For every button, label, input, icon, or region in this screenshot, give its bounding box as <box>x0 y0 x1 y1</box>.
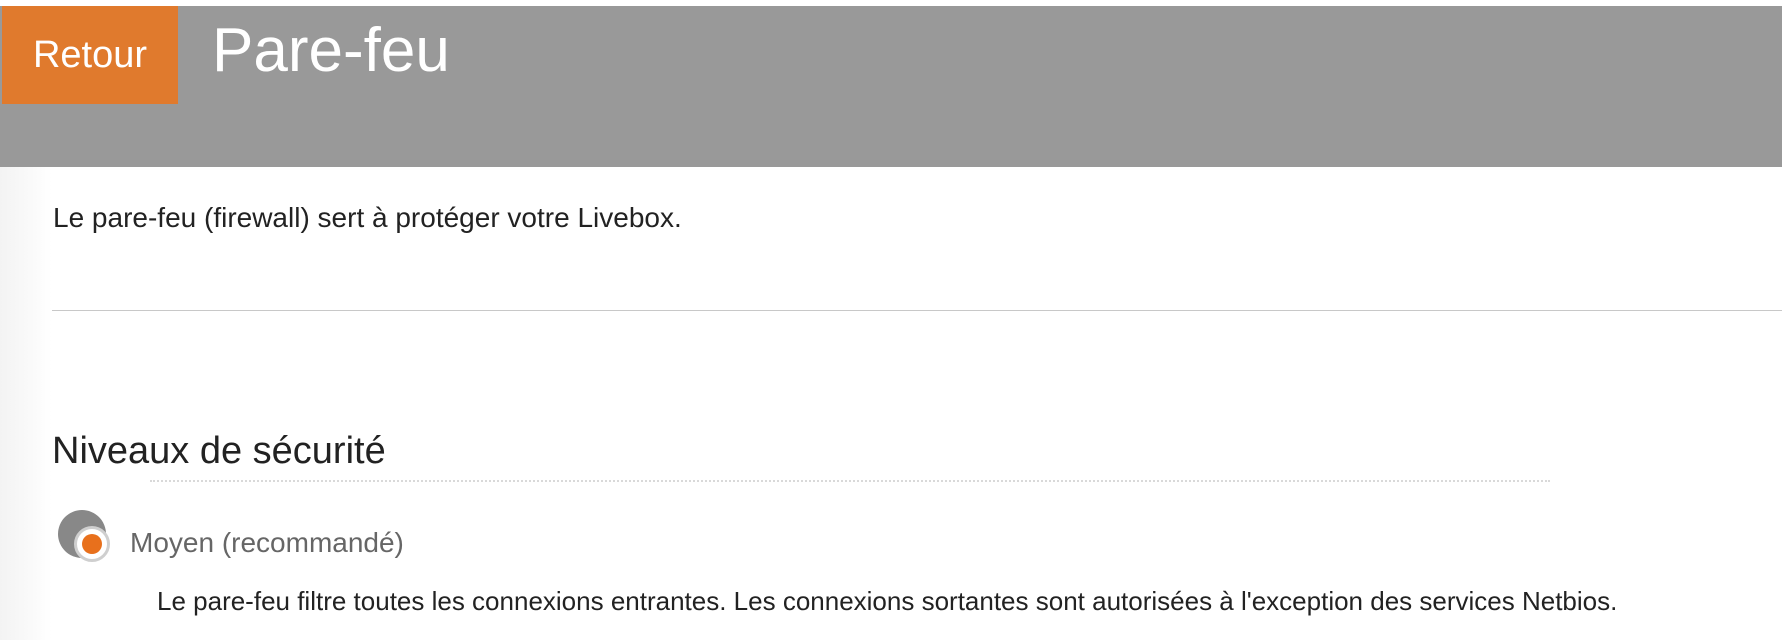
section-divider <box>52 310 1782 311</box>
left-shadow <box>0 166 52 640</box>
firewall-page: Retour Pare-feu Le pare-feu (firewall) s… <box>0 0 1782 640</box>
radio-dot <box>82 534 102 554</box>
back-button[interactable]: Retour <box>2 6 178 104</box>
faded-text-artifact <box>150 480 1550 482</box>
page-title: Pare-feu <box>212 16 450 85</box>
security-level-description: Le pare-feu filtre toutes les connexions… <box>157 586 1618 616</box>
security-level-option-medium[interactable]: Moyen (recommandé) <box>58 510 404 566</box>
radio-selected-icon[interactable] <box>58 510 114 566</box>
page-header: Retour Pare-feu <box>0 6 1782 167</box>
intro-text: Le pare-feu (firewall) sert à protéger v… <box>53 202 682 233</box>
security-levels-title: Niveaux de sécurité <box>52 430 386 472</box>
security-level-label[interactable]: Moyen (recommandé) <box>130 527 404 559</box>
radio-ring <box>74 526 110 562</box>
